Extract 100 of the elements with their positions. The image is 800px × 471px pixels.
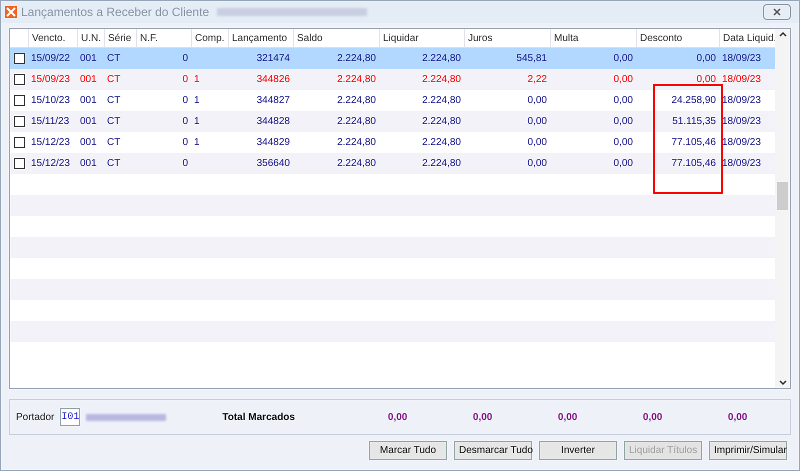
checkbox[interactable] [14, 74, 24, 85]
table-cell: 0,00 [614, 137, 633, 148]
table-cell: 15/09/23 [31, 74, 70, 85]
table-row[interactable]: 15/12/23 001 CT 0 356640 2.224,80 2.224,80 0,00 0,00 77.105,46 18/09/23 [10, 153, 775, 174]
table-cell: CT [107, 74, 120, 85]
table-cell: 18/09/23 [722, 137, 761, 148]
table-cell: 2.224,80 [337, 53, 376, 64]
table-cell: 001 [80, 95, 97, 106]
table-cell: 51.115,35 [672, 116, 716, 127]
table-cell: 0 [182, 137, 188, 148]
table-cell: 2.224,80 [337, 158, 376, 169]
scroll-up-icon[interactable] [778, 31, 786, 37]
window-title: Lançamentos a Receber do Cliente [21, 4, 210, 21]
table-cell: 0,00 [528, 116, 547, 127]
table-cell: 24.258,90 [672, 95, 716, 106]
table-cell: 2,22 [528, 74, 547, 85]
table-cell: 356640 [256, 158, 290, 169]
column-header[interactable]: Desconto [636, 29, 719, 47]
checkbox[interactable] [14, 53, 24, 64]
column-header[interactable]: Vencto. [28, 29, 77, 47]
table-cell: 1 [194, 74, 200, 85]
table-cell: 344826 [256, 74, 290, 85]
action-button[interactable]: Desmarcar Tudo [454, 441, 532, 460]
table-cell: 0,00 [696, 74, 716, 85]
table-cell: 2.224,80 [422, 116, 461, 127]
table-row[interactable]: 15/09/22 001 CT 0 321474 2.224,80 2.224,80 545,81 0,00 0,00 18/09/23 [10, 48, 775, 69]
column-header[interactable]: Lançamento [228, 29, 293, 47]
column-header[interactable]: Data Liquid. [719, 29, 773, 47]
table-cell: 001 [80, 53, 97, 64]
table-cell: 18/09/23 [722, 158, 761, 169]
table-row[interactable]: 15/11/23 001 CT 0 1 344828 2.224,80 2.224,80 0,00 0,00 51.115,35 18/09/23 [10, 111, 775, 132]
total-value: 0,00 [642, 412, 662, 422]
total-label: Total Marcados [222, 410, 296, 424]
portador-code-field[interactable]: I01 [60, 408, 80, 426]
table-cell: 2.224,80 [422, 74, 461, 85]
column-header[interactable]: Saldo [293, 29, 379, 47]
table-cell: 0,00 [614, 95, 633, 106]
table-cell: 0 [182, 95, 188, 106]
table-cell: 0,00 [528, 95, 547, 106]
column-header[interactable]: Juros [464, 29, 550, 47]
column-header[interactable]: Série [104, 29, 136, 47]
table-cell: 0 [182, 74, 188, 85]
table-cell: 1 [194, 137, 200, 148]
table-cell: 77.105,46 [672, 158, 716, 169]
scroll-down-icon[interactable] [778, 380, 786, 386]
table-cell: 001 [80, 116, 97, 127]
table-cell: 15/11/23 [31, 116, 70, 127]
table-cell: 2.224,80 [337, 74, 376, 85]
close-icon [773, 8, 781, 16]
close-button[interactable] [763, 4, 791, 20]
table-cell: 0 [182, 158, 188, 169]
table-cell: 001 [80, 74, 97, 85]
total-value: 0,00 [388, 412, 408, 422]
table-cell: 0,00 [696, 53, 716, 64]
action-button[interactable]: Imprimir/Simular [709, 441, 787, 460]
checkbox[interactable] [14, 95, 24, 106]
table-cell: CT [107, 116, 120, 127]
table-cell: 15/09/22 [31, 53, 70, 64]
table-cell: 15/12/23 [31, 158, 70, 169]
scrollbar[interactable] [775, 29, 790, 388]
table-cell: 2.224,80 [337, 116, 376, 127]
action-button[interactable]: Inverter [539, 441, 617, 460]
table-cell: 0,00 [614, 74, 633, 85]
column-header[interactable]: Comp. [191, 29, 228, 47]
column-header[interactable]: N.F. [136, 29, 191, 47]
table-cell: 2.224,80 [422, 53, 461, 64]
table-cell: 18/09/23 [722, 74, 761, 85]
table-cell: 2.224,80 [422, 158, 461, 169]
checkbox[interactable] [14, 116, 24, 127]
table-cell: CT [107, 53, 120, 64]
table-cell: 2.224,80 [337, 95, 376, 106]
checkbox[interactable] [14, 158, 24, 169]
action-button[interactable]: Marcar Tudo [369, 441, 447, 460]
total-value: 0,00 [472, 412, 492, 422]
table-cell: 77.105,46 [672, 137, 716, 148]
column-header[interactable]: Liquidar [379, 29, 464, 47]
table-cell: 2.224,80 [422, 137, 461, 148]
table-cell: CT [107, 158, 120, 169]
total-value: 0,00 [558, 412, 578, 422]
table-cell: 0,00 [614, 158, 633, 169]
column-header[interactable]: U.N. [77, 29, 104, 47]
table-cell: 001 [80, 137, 97, 148]
table-cell: 2.224,80 [337, 137, 376, 148]
scroll-thumb[interactable] [777, 182, 788, 210]
table-cell: 344827 [256, 95, 290, 106]
table-cell: 321474 [256, 53, 290, 64]
table-cell: 0,00 [528, 158, 547, 169]
table-cell: 0 [182, 53, 188, 64]
portador-label: Portador [16, 410, 54, 424]
table-cell: 18/09/23 [722, 53, 761, 64]
table-cell: 344829 [256, 137, 290, 148]
table-cell: 0,00 [528, 137, 547, 148]
table-cell: 18/09/23 [722, 116, 761, 127]
table-cell: 18/09/23 [722, 95, 761, 106]
table-cell: 15/10/23 [31, 95, 70, 106]
column-header[interactable]: Multa [550, 29, 636, 47]
table-cell: 545,81 [516, 53, 547, 64]
table-cell: 1 [194, 95, 200, 106]
checkbox[interactable] [14, 137, 24, 148]
table-row[interactable]: 15/09/23 001 CT 0 1 344826 2.224,80 2.224,80 2,22 0,00 0,00 18/09/23 [10, 69, 775, 90]
